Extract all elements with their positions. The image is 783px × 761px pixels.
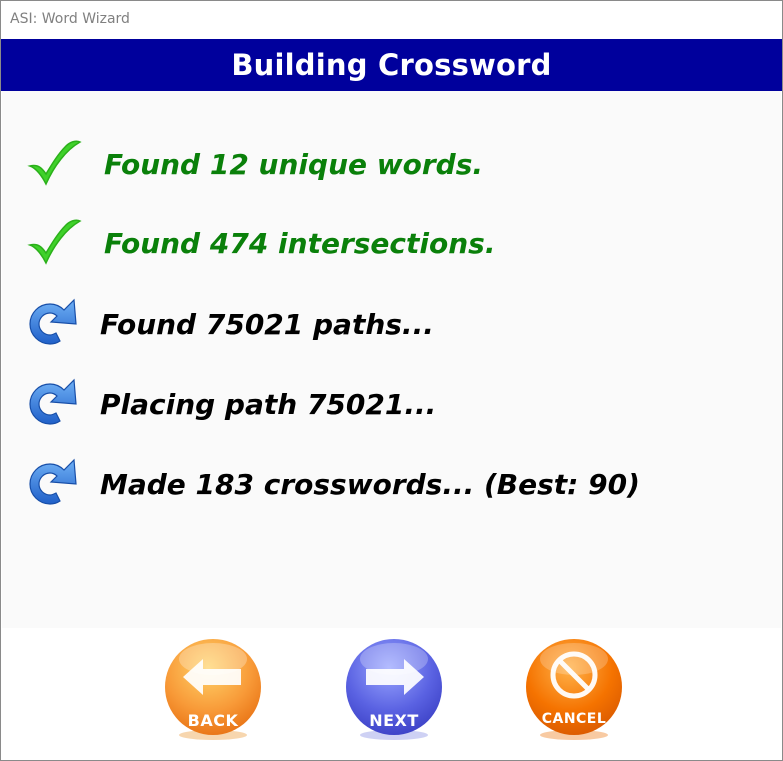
app-window: ASI: Word Wizard Building Crossword Foun… [0,0,783,761]
step-row: Made 183 crosswords... (Best: 90) [26,454,640,514]
step-text: Placing path 75021... [100,387,437,421]
title-bar: ASI: Word Wizard [1,1,782,39]
refresh-icon [29,298,77,345]
page-title: Building Crossword [231,48,552,82]
step-row: Found 474 intersections. [26,213,495,273]
step-row: Found 12 unique words. [26,134,483,194]
step-row: Placing path 75021... [26,374,436,434]
window-title: ASI: Word Wizard [10,11,130,27]
checkmark-icon [27,219,82,265]
step-text: Made 183 crosswords... (Best: 90) [100,467,640,501]
back-button-label: BACK [187,711,239,730]
cancel-button-label: CANCEL [541,711,607,727]
step-text: Found 474 intersections. [104,226,496,260]
cancel-button[interactable]: CANCEL [524,637,624,741]
refresh-icon [29,458,77,505]
step-text: Found 12 unique words. [104,147,483,181]
progress-panel: Found 12 unique words. Found 474 interse… [2,91,781,628]
back-button[interactable]: BACK [163,637,263,741]
checkmark-icon [27,140,82,186]
page-header: Building Crossword [1,39,782,91]
refresh-icon [29,378,77,425]
button-bar: BACK NEXT CANCEL [2,628,781,760]
next-button[interactable]: NEXT [344,637,444,741]
next-button-label: NEXT [369,711,419,730]
step-text: Found 75021 paths... [100,307,434,341]
step-row: Found 75021 paths... [26,294,434,354]
